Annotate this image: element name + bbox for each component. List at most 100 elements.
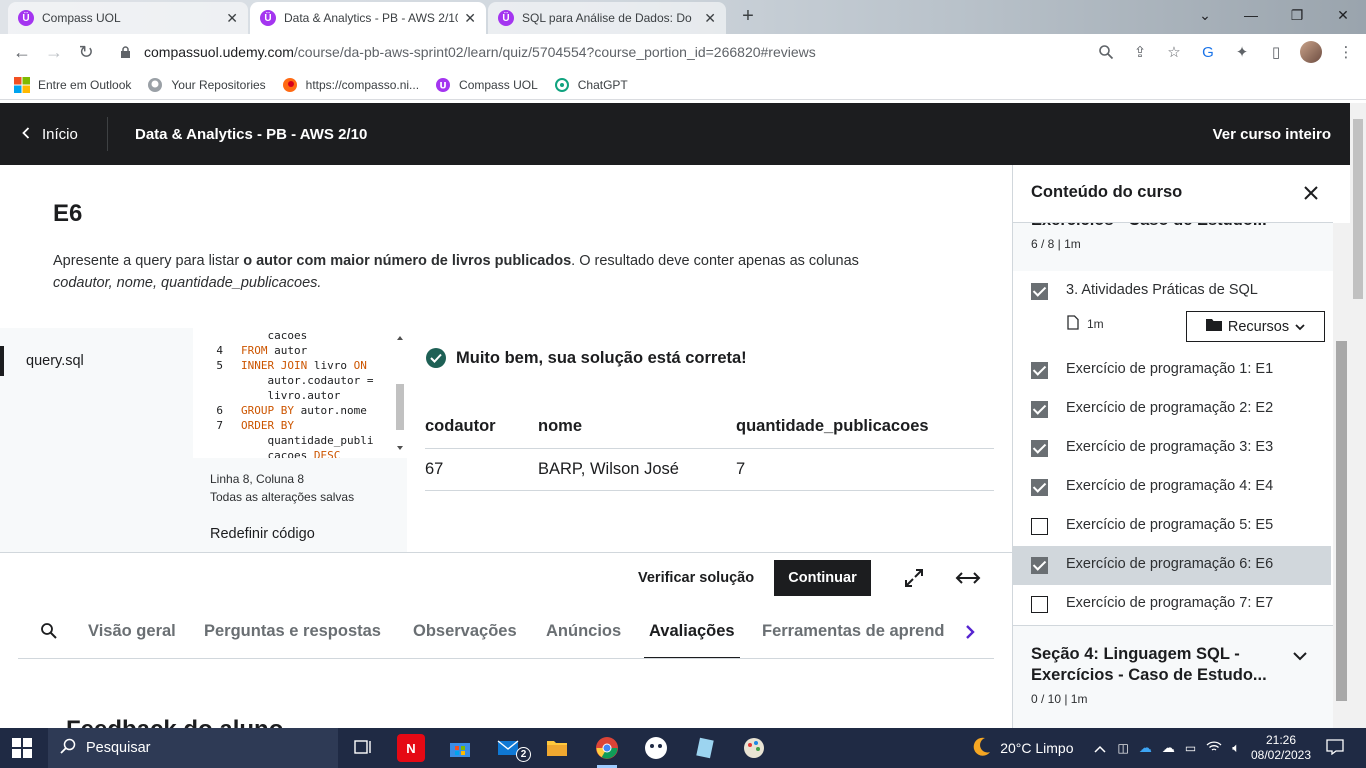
browser-tab-sql[interactable]: Ü SQL para Análise de Dados: Do ✕ [488, 2, 726, 34]
file-query-sql[interactable]: query.sql [0, 346, 84, 376]
continue-button[interactable]: Continuar [774, 560, 871, 596]
new-tab-button[interactable]: + [736, 4, 760, 28]
forward-arrow-icon[interactable]: → [38, 36, 70, 68]
completed-checkbox[interactable] [1031, 557, 1048, 574]
profile-avatar[interactable] [1300, 41, 1322, 63]
incomplete-checkbox[interactable] [1031, 518, 1048, 535]
notepad-icon[interactable] [691, 734, 719, 762]
onedrive-icon[interactable]: ☁ [1139, 740, 1152, 756]
windows-taskbar: Pesquisar N 2 20°C Limpo ◫ ☁ ☁ ▭ 🔈︎ 21:2… [0, 728, 1366, 768]
file-explorer-icon[interactable] [543, 734, 571, 762]
cloud-icon[interactable]: ☁ [1162, 740, 1175, 756]
browser-tab-compass[interactable]: Ü Compass UOL ✕ [8, 2, 248, 34]
windows-start-icon[interactable] [12, 738, 32, 758]
chrome-menu-icon[interactable]: ⋮ [1336, 42, 1356, 62]
bookmark-compass-uol[interactable]: U Compass UOL [435, 77, 538, 93]
mascot-app-icon[interactable] [642, 734, 670, 762]
taskbar-search[interactable]: Pesquisar [48, 728, 338, 768]
page-scroll-thumb[interactable] [1353, 119, 1363, 299]
resources-dropdown[interactable]: Recursos [1186, 311, 1325, 342]
close-tab-icon[interactable]: ✕ [704, 10, 716, 27]
tab-announcements[interactable]: Anúncios [546, 604, 621, 658]
chevron-up-icon[interactable] [1093, 741, 1106, 756]
reset-code-button[interactable]: Redefinir código [210, 525, 407, 543]
chevron-left-icon [22, 126, 30, 143]
weather-text[interactable]: 20°C Limpo [1000, 740, 1073, 756]
battery-icon[interactable]: ▭ [1185, 741, 1196, 755]
meet-icon[interactable]: ◫ [1118, 741, 1129, 755]
sidebar-item-exercise-6[interactable]: Exercício de programação 6: E6 [1013, 546, 1331, 585]
completed-checkbox[interactable] [1031, 362, 1048, 379]
editor-scroll-thumb[interactable] [396, 384, 404, 430]
widen-arrows-icon[interactable] [955, 567, 981, 589]
wifi-icon[interactable] [1206, 740, 1222, 756]
tabs-next-chevron-icon[interactable] [958, 618, 982, 646]
lecture-item[interactable]: 3. Atividades Práticas de SQL [1013, 272, 1331, 311]
sidebar-item-exercise-3[interactable]: Exercício de programação 3: E3 [1013, 429, 1331, 468]
close-icon[interactable] [1301, 183, 1321, 203]
bookmark-star-icon[interactable]: ☆ [1164, 42, 1184, 62]
quiz-title: E6 [53, 200, 83, 227]
browser-tab-course[interactable]: Ü Data & Analytics - PB - AWS 2/10 ✕ [250, 2, 486, 34]
sidebar-item-exercise-2[interactable]: Exercício de programação 2: E2 [1013, 390, 1331, 429]
netflix-icon[interactable]: N [397, 734, 425, 762]
back-arrow-icon[interactable]: ← [6, 36, 38, 68]
bookmark-repositories[interactable]: Your Repositories [147, 77, 266, 93]
exercise-label: Exercício de programação 3: E3 [1066, 439, 1274, 455]
bookmark-chatgpt[interactable]: ChatGPT [554, 77, 628, 93]
tab-qa[interactable]: Perguntas e respostas [204, 604, 381, 658]
course-title[interactable]: Data & Analytics - PB - AWS 2/10 [135, 103, 367, 165]
clock[interactable]: 21:26 08/02/2023 [1246, 733, 1316, 763]
sidebar-item-exercise-4[interactable]: Exercício de programação 4: E4 [1013, 468, 1331, 507]
tab-notes[interactable]: Observações [413, 604, 517, 658]
mail-icon[interactable]: 2 [495, 734, 531, 762]
code-text: livro [307, 359, 354, 372]
share-icon[interactable]: ⇪ [1130, 42, 1150, 62]
chrome-icon[interactable] [593, 734, 621, 768]
close-tab-icon[interactable]: ✕ [464, 10, 476, 27]
extensions-icon[interactable]: ✦ [1232, 42, 1252, 62]
verify-solution-button[interactable]: Verificar solução [638, 561, 754, 595]
address-bar[interactable]: compassuol.udemy.com/course/da-pb-aws-sp… [110, 37, 1260, 67]
translate-icon[interactable]: G [1198, 42, 1218, 62]
tab-reviews[interactable]: Avaliações [644, 604, 740, 658]
completed-checkbox[interactable] [1031, 283, 1048, 300]
microsoft-logo-icon [14, 76, 30, 93]
zoom-icon[interactable] [1096, 42, 1116, 62]
sidebar-scroll-thumb[interactable] [1336, 341, 1347, 701]
completed-checkbox[interactable] [1031, 440, 1048, 457]
volume-icon[interactable]: 🔈︎ [1232, 740, 1240, 756]
reload-icon[interactable]: ↻ [70, 36, 102, 68]
tab-overview[interactable]: Visão geral [88, 604, 176, 658]
search-icon[interactable] [40, 622, 60, 642]
sidebar-item-exercise-1[interactable]: Exercício de programação 1: E1 [1013, 351, 1331, 390]
tab-learning-tools[interactable]: Ferramentas de aprend [762, 604, 944, 658]
editor-scrollbar[interactable] [395, 334, 405, 452]
task-view-icon[interactable] [350, 734, 378, 762]
store-icon[interactable] [446, 734, 474, 762]
back-to-home-link[interactable]: Início [22, 103, 78, 165]
incomplete-checkbox[interactable] [1031, 596, 1048, 613]
close-tab-icon[interactable]: ✕ [226, 10, 238, 27]
completed-checkbox[interactable] [1031, 479, 1048, 496]
close-window-button[interactable]: ✕ [1320, 0, 1366, 30]
line-number: 7 [216, 419, 223, 432]
table-row: 67 BARP, Wilson José 7 [425, 448, 994, 491]
sidebar-scrollbar[interactable] [1333, 223, 1350, 728]
view-full-course-link[interactable]: Ver curso inteiro [1213, 103, 1331, 165]
completed-checkbox[interactable] [1031, 401, 1048, 418]
next-section[interactable]: Seção 4: Linguagem SQL - Exercícios - Ca… [1013, 625, 1333, 728]
sidebar-item-exercise-7[interactable]: Exercício de programação 7: E7 [1013, 585, 1331, 624]
expand-icon[interactable] [903, 567, 925, 589]
paint-icon[interactable] [740, 734, 768, 762]
side-panel-icon[interactable]: ▯ [1266, 42, 1286, 62]
bookmark-compasso[interactable]: https://compasso.ni... [282, 77, 419, 93]
tab-search-chevron-icon[interactable]: ⌄ [1182, 0, 1228, 30]
sidebar-item-exercise-5[interactable]: Exercício de programação 5: E5 [1013, 507, 1331, 546]
bookmark-outlook[interactable]: Entre em Outlook [14, 76, 131, 93]
code-editor[interactable]: cacoes 4 FROM autor 5 INNER JOIN livro ON au… [193, 328, 407, 458]
restore-button[interactable]: ❐ [1274, 0, 1320, 30]
minimize-button[interactable]: — [1228, 0, 1274, 30]
notifications-icon[interactable] [1326, 738, 1344, 758]
page-scrollbar[interactable] [1350, 103, 1366, 728]
